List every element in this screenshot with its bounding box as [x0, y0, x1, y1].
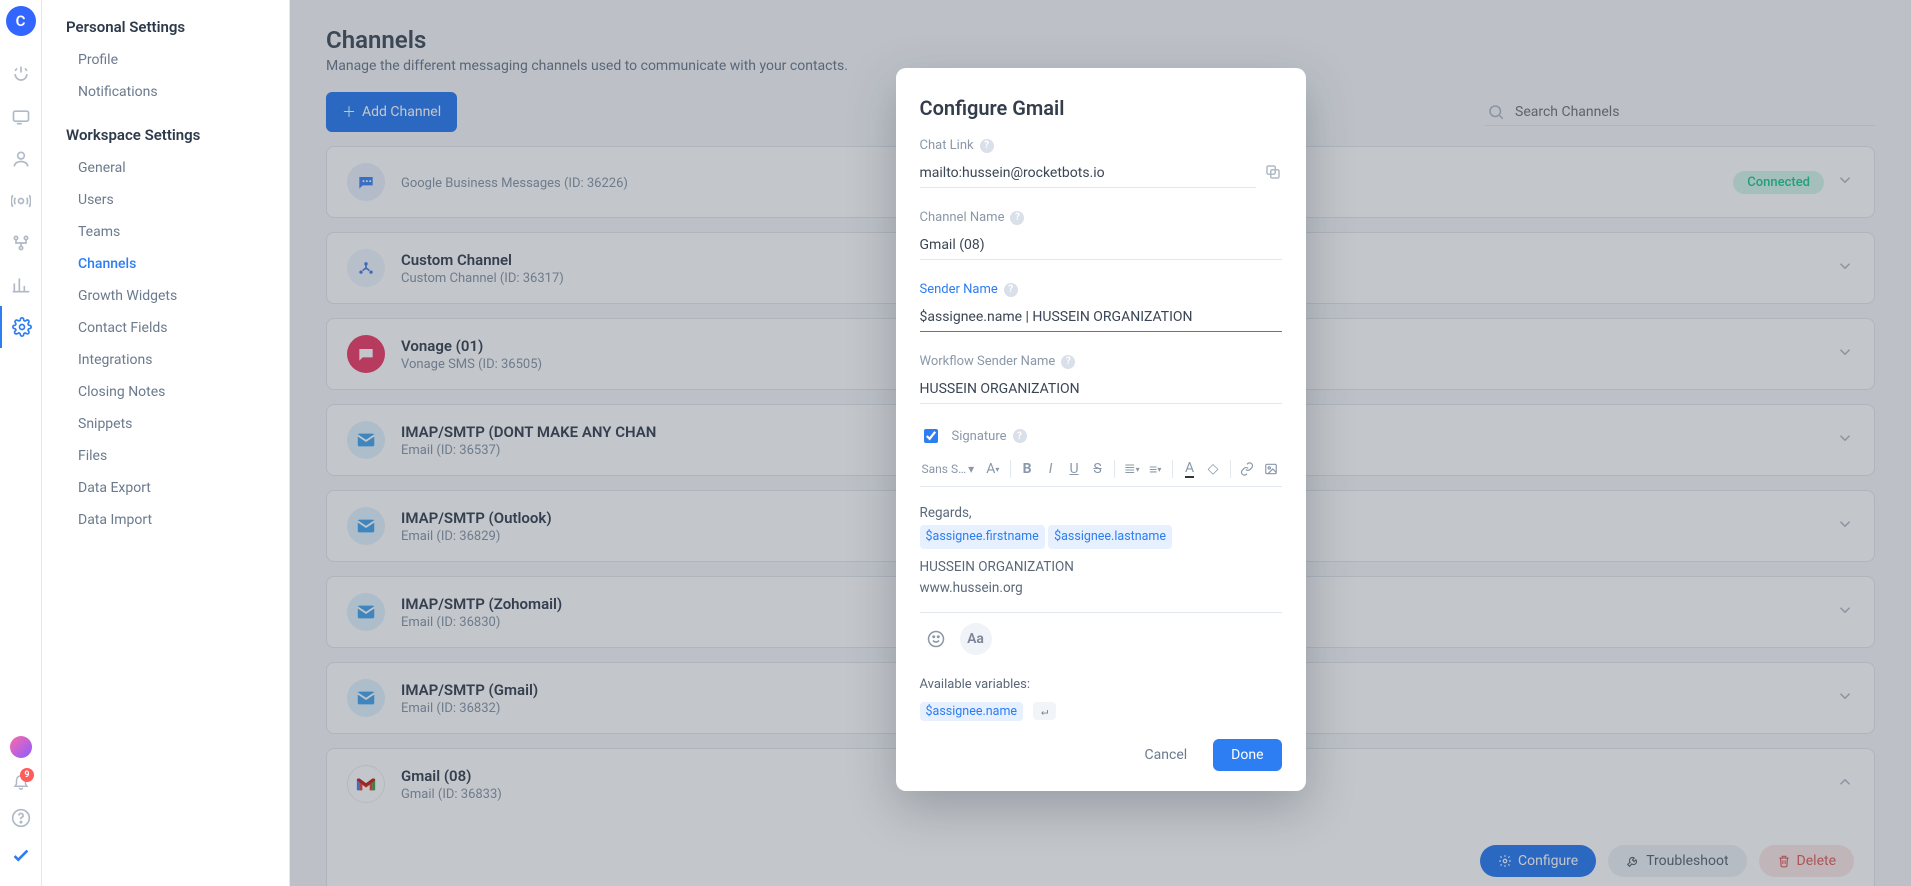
workspace-logo[interactable]: C — [6, 6, 36, 36]
chevron-down-icon: ▾ — [968, 462, 974, 476]
signature-checkbox[interactable] — [924, 429, 938, 443]
image-icon[interactable] — [1260, 456, 1281, 482]
underline-icon[interactable]: U — [1063, 456, 1084, 482]
heading-select[interactable]: A▾ — [982, 456, 1003, 482]
support-bubble-icon[interactable] — [10, 736, 32, 758]
sidebar-item-data-import[interactable]: Data Import — [42, 504, 289, 536]
help-icon[interactable]: ? — [1061, 355, 1075, 369]
sidebar-item-snippets[interactable]: Snippets — [42, 408, 289, 440]
editor-line: HUSSEIN ORGANIZATION — [920, 557, 1282, 579]
sidebar-item-teams[interactable]: Teams — [42, 216, 289, 248]
variable-chip-firstname[interactable]: $assignee.firstname — [920, 525, 1045, 549]
list-icon[interactable]: ≣▾ — [1121, 456, 1142, 482]
bold-icon[interactable]: B — [1016, 456, 1037, 482]
variable-code: ↵ — [1033, 702, 1056, 720]
sidebar-item-growth-widgets[interactable]: Growth Widgets — [42, 280, 289, 312]
sidebar-item-files[interactable]: Files — [42, 440, 289, 472]
sender-name-input[interactable] — [920, 303, 1282, 332]
editor-toolbar: Sans S…▾ A▾ B I U S ≣▾ ≡▾ A ◇ — [920, 452, 1282, 487]
settings-sidebar: Personal Settings Profile Notifications … — [42, 0, 290, 886]
cancel-button[interactable]: Cancel — [1127, 739, 1206, 771]
available-variables-label: Available variables: — [920, 677, 1282, 692]
sidebar-item-data-export[interactable]: Data Export — [42, 472, 289, 504]
notification-count-badge: 9 — [20, 768, 34, 782]
help-icon[interactable]: ? — [1010, 211, 1024, 225]
channel-name-label: Channel Name ? — [920, 210, 1282, 225]
modal-overlay[interactable]: Configure Gmail Chat Link ? — [290, 0, 1911, 886]
signature-label-row: Signature ? — [920, 426, 1282, 446]
main-content: Channels Manage the different messaging … — [290, 0, 1911, 886]
contacts-icon[interactable] — [0, 138, 42, 180]
align-icon[interactable]: ≡▾ — [1145, 456, 1166, 482]
strike-icon[interactable]: S — [1087, 456, 1108, 482]
workspace-settings-heading: Workspace Settings — [42, 126, 289, 152]
chat-link-input[interactable] — [920, 159, 1256, 188]
sidebar-item-users[interactable]: Users — [42, 184, 289, 216]
modal-title: Configure Gmail — [920, 96, 1282, 120]
editor-line: www.hussein.org — [920, 578, 1282, 600]
settings-icon[interactable] — [0, 306, 42, 348]
sidebar-item-channels[interactable]: Channels — [42, 248, 289, 280]
sidebar-item-general[interactable]: General — [42, 152, 289, 184]
help-icon[interactable]: ? — [1004, 283, 1018, 297]
sidebar-item-integrations[interactable]: Integrations — [42, 344, 289, 376]
workflow-sender-label: Workflow Sender Name ? — [920, 354, 1282, 369]
messages-icon[interactable] — [0, 96, 42, 138]
copy-icon[interactable] — [1264, 163, 1282, 185]
sidebar-item-notifications[interactable]: Notifications — [42, 76, 289, 108]
dashboard-icon[interactable] — [0, 54, 42, 96]
font-family-select[interactable]: Sans S…▾ — [920, 462, 981, 476]
help-icon[interactable]: ? — [980, 139, 994, 153]
reports-icon[interactable] — [0, 264, 42, 306]
text-color-icon[interactable]: A — [1179, 456, 1200, 482]
editor-line: Regards, — [920, 503, 1282, 525]
configure-gmail-modal: Configure Gmail Chat Link ? — [896, 68, 1306, 791]
sidebar-item-profile[interactable]: Profile — [42, 44, 289, 76]
sender-name-label: Sender Name ? — [920, 282, 1282, 297]
brand-accent-icon[interactable] — [10, 846, 32, 868]
signature-editor[interactable]: Regards, $assignee.firstname $assignee.l… — [920, 497, 1282, 613]
help-icon[interactable] — [11, 808, 31, 832]
clear-format-icon[interactable]: ◇ — [1202, 456, 1223, 482]
done-button[interactable]: Done — [1213, 739, 1281, 771]
link-icon[interactable] — [1237, 456, 1258, 482]
emoji-picker-icon[interactable] — [920, 623, 952, 655]
sidebar-item-contact-fields[interactable]: Contact Fields — [42, 312, 289, 344]
channel-name-input[interactable] — [920, 231, 1282, 260]
italic-icon[interactable]: I — [1040, 456, 1061, 482]
editor-line: $assignee.firstname $assignee.lastname — [920, 525, 1282, 549]
help-icon[interactable]: ? — [1013, 429, 1027, 443]
workflows-icon[interactable] — [0, 222, 42, 264]
variable-chip-lastname[interactable]: $assignee.lastname — [1048, 525, 1172, 549]
sidebar-item-closing-notes[interactable]: Closing Notes — [42, 376, 289, 408]
variable-chip-name[interactable]: $assignee.name — [920, 702, 1024, 721]
notifications-bell-icon[interactable]: 9 — [12, 772, 30, 794]
text-style-icon[interactable]: Aa — [960, 623, 992, 655]
broadcast-icon[interactable] — [0, 180, 42, 222]
chat-link-label: Chat Link ? — [920, 138, 1282, 153]
personal-settings-heading: Personal Settings — [42, 18, 289, 44]
workflow-sender-input[interactable] — [920, 375, 1282, 404]
